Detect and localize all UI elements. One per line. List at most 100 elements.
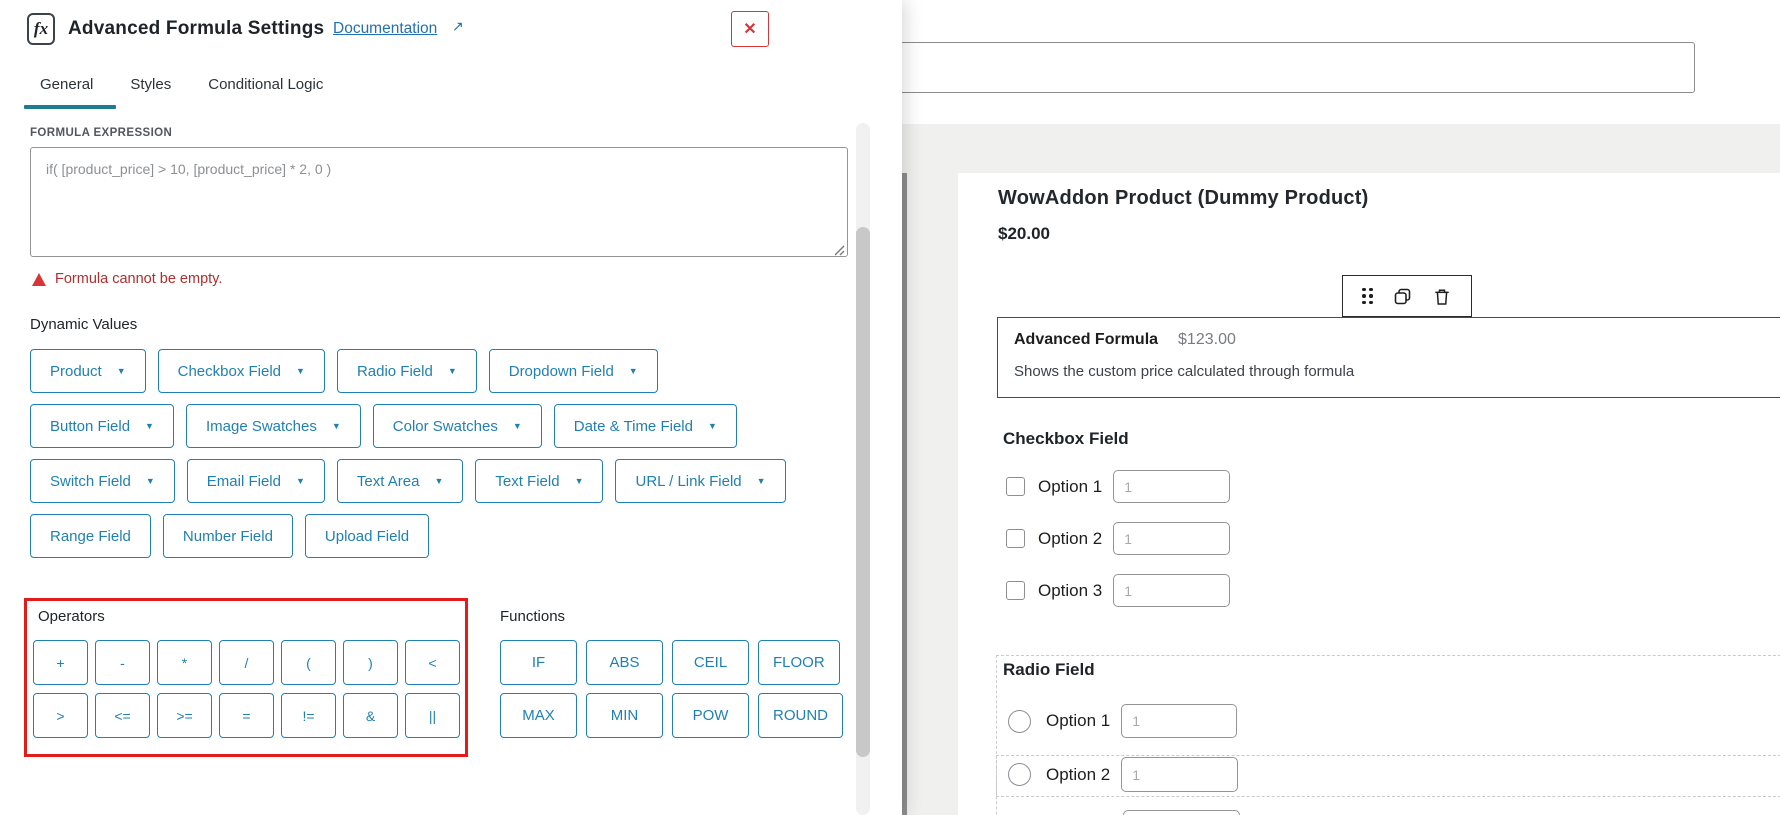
checkbox-input[interactable] <box>1006 581 1025 600</box>
dynamic-value-url-link-field[interactable]: URL / Link Field▼ <box>615 459 785 503</box>
screen: WowAddon Product (Dummy Product) $20.00 <box>0 0 1780 815</box>
chevron-down-icon: ▼ <box>145 421 154 431</box>
operator-not-equal[interactable]: != <box>281 693 336 738</box>
function-abs[interactable]: ABS <box>586 640 663 685</box>
checkbox-input[interactable] <box>1006 529 1025 548</box>
product-price: $20.00 <box>998 224 1050 244</box>
chevron-down-icon: ▼ <box>708 421 717 431</box>
operator-equal[interactable]: = <box>219 693 274 738</box>
operator-greater-than[interactable]: > <box>33 693 88 738</box>
function-pow[interactable]: POW <box>672 693 749 738</box>
checkbox-field-heading: Checkbox Field <box>1003 429 1129 449</box>
option-quantity-input-partial[interactable] <box>1123 810 1240 815</box>
dynamic-values-row: Range Field Number Field Upload Field <box>30 514 429 558</box>
chevron-down-icon: ▼ <box>575 476 584 486</box>
chevron-down-icon: ▼ <box>434 476 443 486</box>
dynamic-value-radio-field[interactable]: Radio Field▼ <box>337 349 477 393</box>
tab-styles[interactable]: Styles <box>130 76 171 93</box>
option-quantity-input[interactable] <box>1121 757 1238 792</box>
dynamic-value-button-field[interactable]: Button Field▼ <box>30 404 174 448</box>
dynamic-value-upload-field[interactable]: Upload Field <box>305 514 429 558</box>
option-quantity-input[interactable] <box>1113 522 1230 555</box>
operator-and[interactable]: & <box>343 693 398 738</box>
operator-minus[interactable]: - <box>95 640 150 685</box>
function-min[interactable]: MIN <box>586 693 663 738</box>
operator-multiply[interactable]: * <box>157 640 212 685</box>
tab-general[interactable]: General <box>40 76 93 93</box>
dynamic-value-checkbox-field[interactable]: Checkbox Field▼ <box>158 349 325 393</box>
close-button[interactable]: ✕ <box>731 11 769 47</box>
operator-less-equal[interactable]: <= <box>95 693 150 738</box>
formula-expression-label: FORMULA EXPRESSION <box>30 127 172 139</box>
dynamic-value-product[interactable]: Product▼ <box>30 349 146 393</box>
functions-row: IF ABS CEIL FLOOR <box>500 640 840 685</box>
chevron-down-icon: ▼ <box>296 366 305 376</box>
operators-row: > <= >= = != & || <box>33 693 460 738</box>
tab-bar: General Styles Conditional Logic <box>40 76 323 93</box>
operators-row: + - * / ( ) < <box>33 640 460 685</box>
external-link-icon[interactable]: ↗ <box>452 18 464 35</box>
advanced-formula-title: Advanced Formula <box>1014 331 1158 349</box>
dynamic-values-label: Dynamic Values <box>30 316 137 333</box>
radio-option-row: Option 2 <box>1008 757 1238 792</box>
duplicate-icon[interactable] <box>1392 286 1413 307</box>
operator-greater-equal[interactable]: >= <box>157 693 212 738</box>
advanced-formula-price: $123.00 <box>1178 331 1236 349</box>
function-round[interactable]: ROUND <box>758 693 843 738</box>
block-toolbar <box>1342 275 1472 317</box>
dynamic-value-range-field[interactable]: Range Field <box>30 514 151 558</box>
chevron-down-icon: ▼ <box>117 366 126 376</box>
operator-plus[interactable]: + <box>33 640 88 685</box>
page-background-band <box>902 124 1780 173</box>
operator-less-than[interactable]: < <box>405 640 460 685</box>
formula-fx-icon: fx <box>27 13 55 45</box>
formula-expression-textarea[interactable] <box>30 147 848 257</box>
tab-conditional-logic[interactable]: Conditional Logic <box>208 76 323 93</box>
function-ceil[interactable]: CEIL <box>672 640 749 685</box>
documentation-link[interactable]: Documentation <box>333 20 437 38</box>
warning-icon <box>32 273 46 286</box>
option-quantity-input[interactable] <box>1113 470 1230 503</box>
page-top-input[interactable] <box>900 42 1695 93</box>
dynamic-value-text-field[interactable]: Text Field▼ <box>475 459 603 503</box>
radio-input[interactable] <box>1008 710 1031 733</box>
dynamic-value-color-swatches[interactable]: Color Swatches▼ <box>373 404 542 448</box>
operator-close-paren[interactable]: ) <box>343 640 398 685</box>
operator-divide[interactable]: / <box>219 640 274 685</box>
product-title: WowAddon Product (Dummy Product) <box>998 187 1368 210</box>
advanced-formula-block[interactable]: Advanced Formula $123.00 Shows the custo… <box>997 317 1780 398</box>
operators-label: Operators <box>38 608 105 625</box>
dynamic-value-dropdown-field[interactable]: Dropdown Field▼ <box>489 349 658 393</box>
dynamic-value-switch-field[interactable]: Switch Field▼ <box>30 459 175 503</box>
preview-scrollbar[interactable] <box>902 173 907 815</box>
option-quantity-input[interactable] <box>1113 574 1230 607</box>
operator-open-paren[interactable]: ( <box>281 640 336 685</box>
drag-handle-icon[interactable] <box>1362 288 1373 305</box>
product-card: WowAddon Product (Dummy Product) $20.00 <box>958 173 1780 815</box>
modal-scrollbar-thumb[interactable] <box>856 227 870 757</box>
dynamic-value-number-field[interactable]: Number Field <box>163 514 293 558</box>
function-floor[interactable]: FLOOR <box>758 640 840 685</box>
option-label: Option 1 <box>1038 477 1102 497</box>
page-background-strip <box>907 173 958 815</box>
chevron-down-icon: ▼ <box>296 476 305 486</box>
checkbox-input[interactable] <box>1006 477 1025 496</box>
function-if[interactable]: IF <box>500 640 577 685</box>
dynamic-values-row: Product▼ Checkbox Field▼ Radio Field▼ Dr… <box>30 349 658 393</box>
chevron-down-icon: ▼ <box>146 476 155 486</box>
formula-error-text: Formula cannot be empty. <box>55 271 222 287</box>
option-quantity-input[interactable] <box>1121 704 1237 738</box>
dynamic-values-row: Button Field▼ Image Swatches▼ Color Swat… <box>30 404 737 448</box>
chevron-down-icon: ▼ <box>332 421 341 431</box>
dynamic-value-email-field[interactable]: Email Field▼ <box>187 459 325 503</box>
dynamic-value-date-time-field[interactable]: Date & Time Field▼ <box>554 404 737 448</box>
trash-icon[interactable] <box>1432 286 1452 307</box>
function-max[interactable]: MAX <box>500 693 577 738</box>
operator-or[interactable]: || <box>405 693 460 738</box>
checkbox-option-row: Option 3 <box>1006 574 1230 607</box>
formula-error: Formula cannot be empty. <box>32 271 222 287</box>
radio-input[interactable] <box>1008 763 1031 786</box>
dynamic-value-text-area[interactable]: Text Area▼ <box>337 459 463 503</box>
option-label: Option 3 <box>1038 581 1102 601</box>
dynamic-value-image-swatches[interactable]: Image Swatches▼ <box>186 404 361 448</box>
